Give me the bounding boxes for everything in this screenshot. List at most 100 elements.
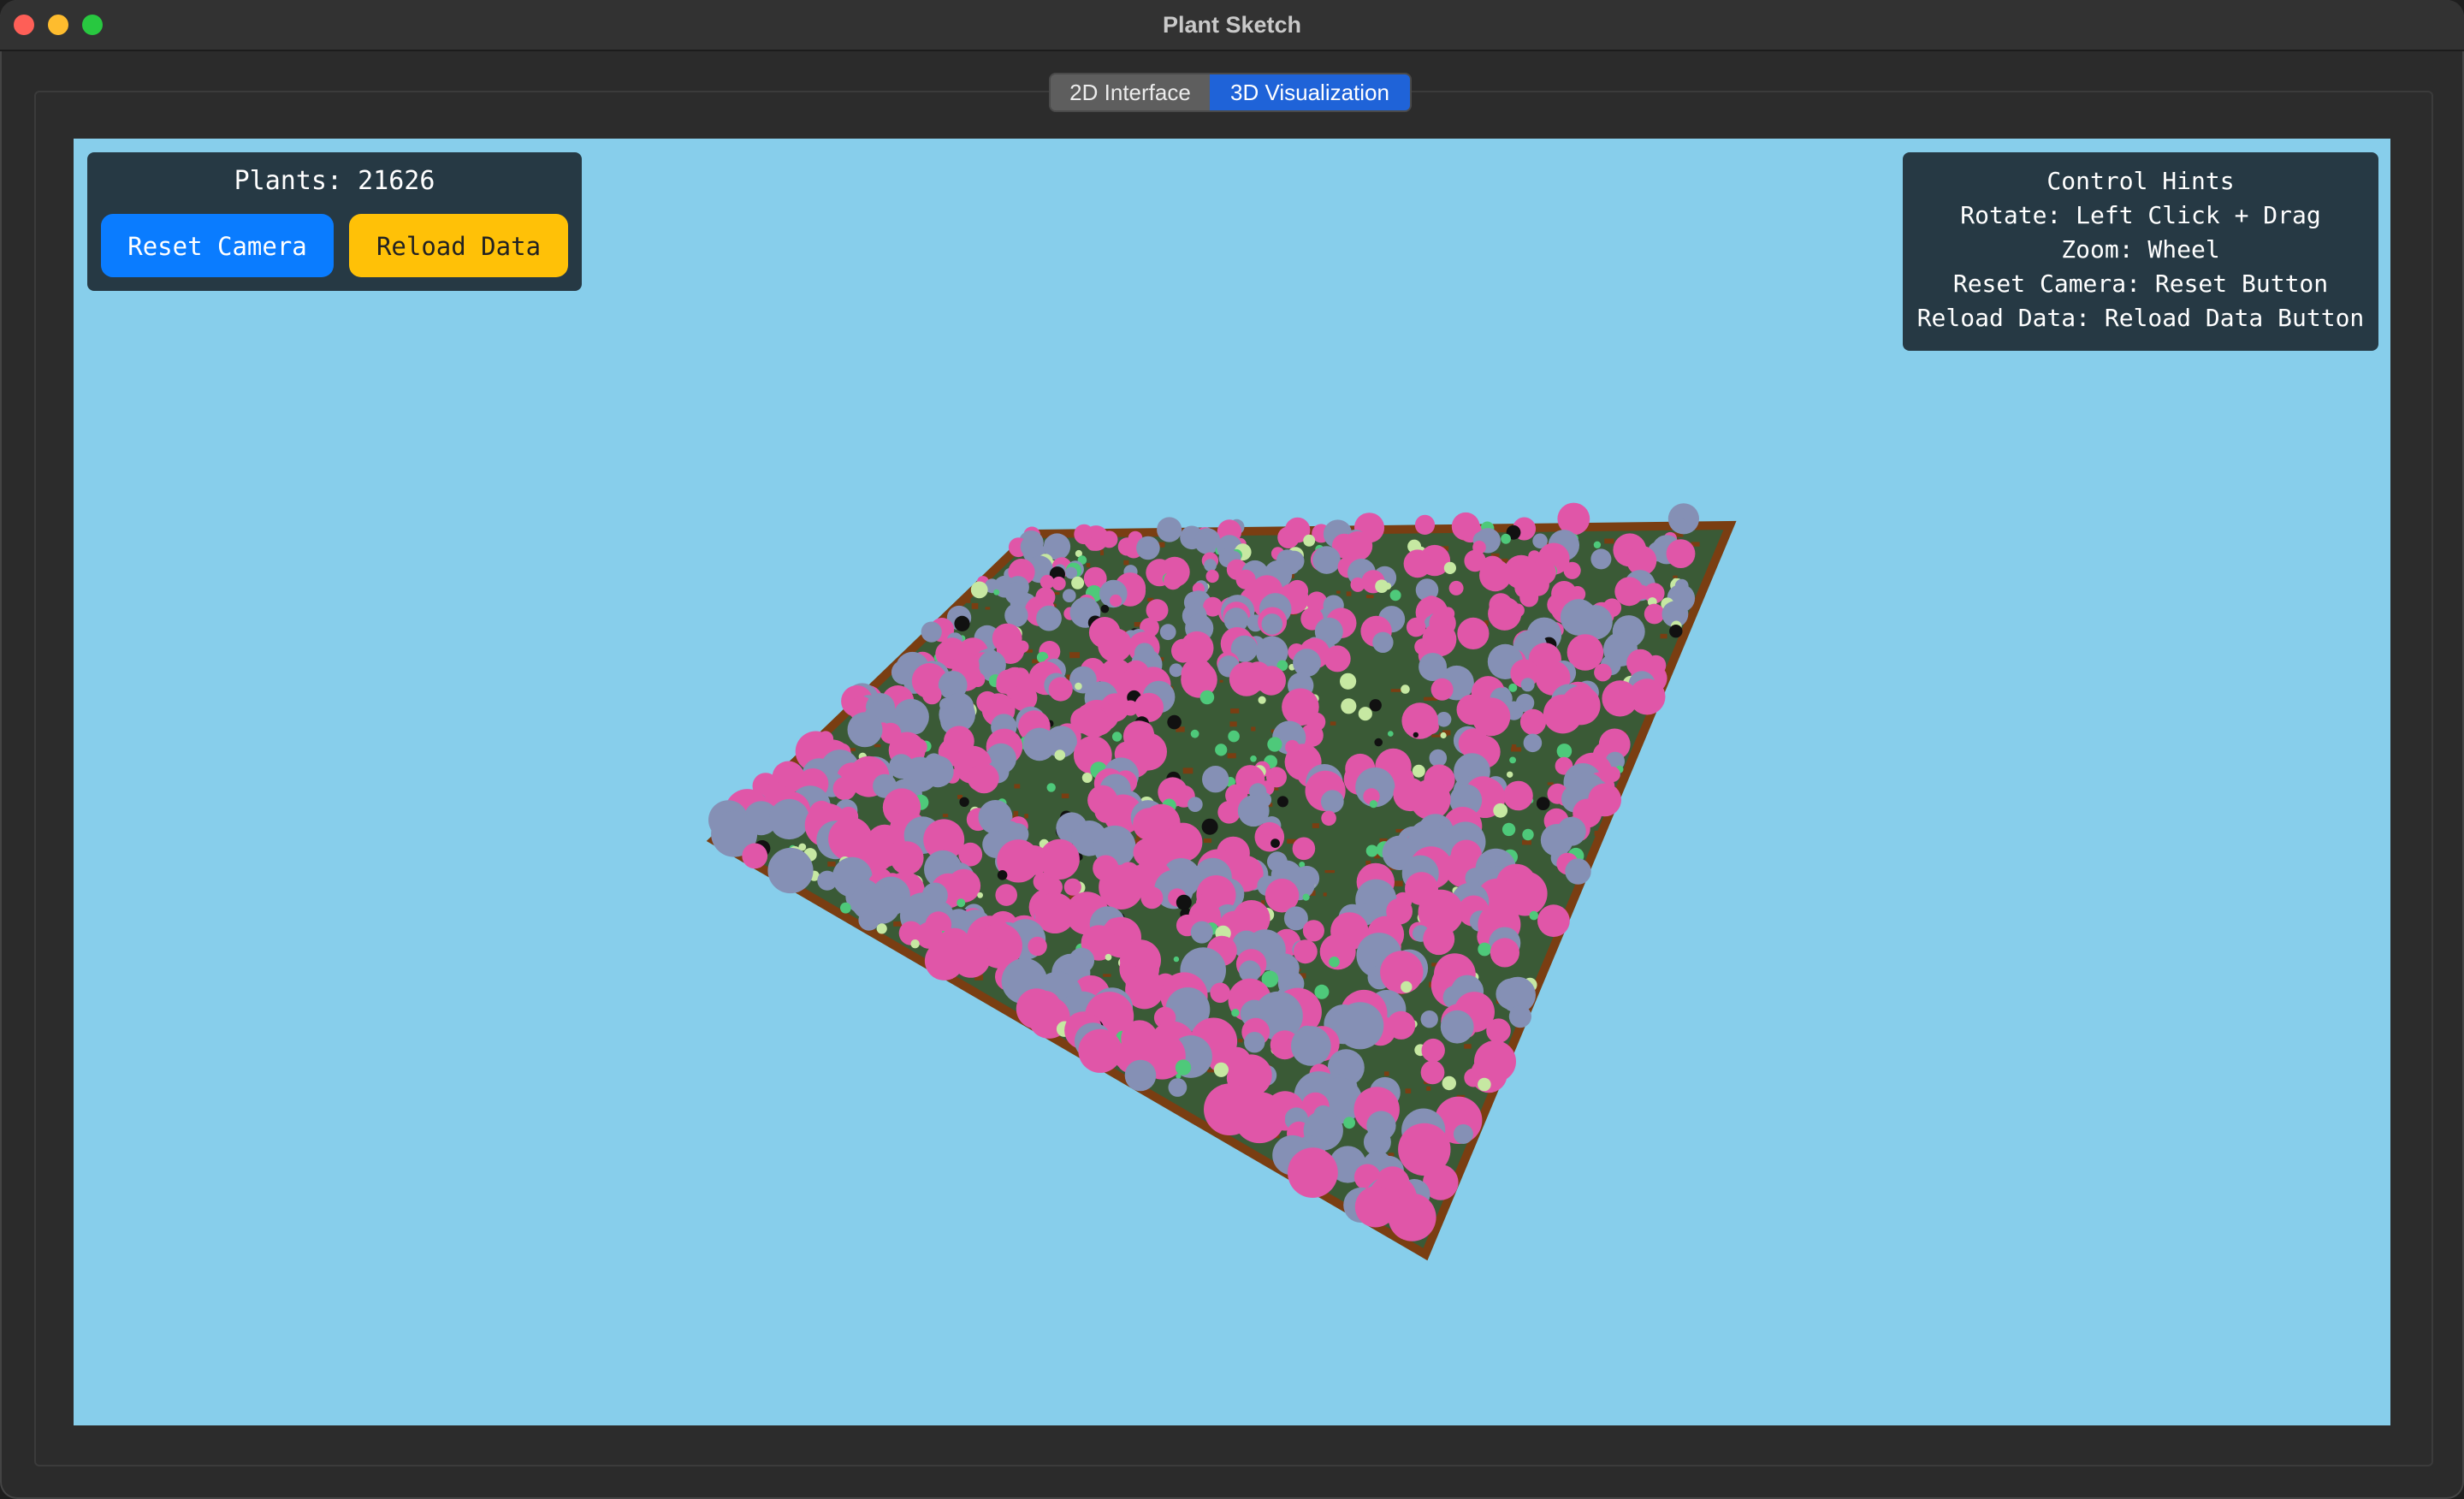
plant-canopy	[1520, 678, 1535, 692]
plant-canopy	[1406, 617, 1426, 637]
plant-canopy	[1529, 910, 1539, 921]
plant-canopy	[1051, 576, 1066, 591]
soil-patch	[1182, 767, 1194, 774]
plant-canopy	[1234, 1092, 1286, 1144]
plant-canopy	[1256, 666, 1287, 696]
plant-canopy	[1303, 534, 1316, 547]
plant-canopy	[1190, 921, 1213, 944]
soil-patch	[1604, 538, 1614, 544]
tab-3d-visualization[interactable]: 3D Visualization	[1210, 74, 1410, 110]
plant-canopy	[1204, 559, 1217, 572]
plant-canopy	[1343, 1117, 1355, 1129]
plant-canopy	[1501, 533, 1511, 544]
soil-patch	[971, 602, 979, 609]
soil-patch	[1203, 838, 1212, 844]
soil-patch	[1547, 782, 1554, 785]
plant-canopy	[995, 884, 1017, 906]
plant-canopy	[1168, 1078, 1188, 1097]
plant-canopy	[1358, 707, 1372, 721]
plants-count: Plants: 21626	[234, 166, 435, 196]
plant-canopy	[1046, 783, 1056, 792]
window-title: Plant Sketch	[1162, 12, 1302, 38]
plant-canopy	[1188, 797, 1203, 812]
plant-canopy	[1110, 594, 1122, 607]
plant-canopy	[1190, 729, 1199, 738]
plant-canopy	[1365, 844, 1378, 857]
plant-canopy	[1292, 837, 1316, 861]
3d-viewport[interactable]: Plants: 21626 Reset Camera Reload Data C…	[74, 139, 2390, 1425]
plant-canopy	[1270, 838, 1280, 848]
plant-canopy	[1509, 756, 1516, 764]
plant-canopy	[1369, 699, 1382, 712]
plant-canopy	[1079, 708, 1110, 738]
soil-patch	[967, 599, 971, 603]
plant-canopy	[1522, 828, 1534, 841]
soil-patch	[985, 607, 991, 610]
soil-patch	[1431, 734, 1442, 738]
soil-patch	[1424, 696, 1432, 701]
tab-2d-interface[interactable]: 2D Interface	[1051, 74, 1210, 110]
plant-canopy	[959, 797, 969, 807]
soil-patch	[874, 744, 881, 748]
plant-canopy	[1593, 541, 1602, 548]
plant-canopy	[1440, 732, 1447, 739]
soil-patch	[1394, 880, 1403, 886]
plant-canopy	[1210, 982, 1230, 1004]
soil-patch	[1086, 563, 1091, 568]
plant-canopy	[840, 902, 851, 914]
reload-data-button[interactable]: Reload Data	[349, 214, 568, 277]
soil-patch	[1123, 560, 1129, 566]
plant-canopy	[1519, 708, 1547, 736]
plant-canopy	[768, 798, 810, 840]
plant-canopy	[1215, 744, 1228, 756]
plant-canopy	[1078, 1028, 1122, 1073]
soil-patch	[988, 572, 995, 576]
plant-canopy	[1048, 677, 1073, 702]
plant-canopy	[1523, 733, 1543, 753]
plant-canopy	[1507, 771, 1513, 778]
soil-patch	[942, 814, 949, 818]
plant-canopy	[1217, 801, 1241, 824]
soil-patch	[1426, 1086, 1431, 1091]
plant-canopy	[832, 777, 856, 801]
plant-canopy	[1413, 732, 1419, 738]
plant-canopy	[910, 939, 920, 949]
soil-patch	[827, 861, 836, 867]
plant-canopy	[1277, 526, 1300, 548]
plant-canopy	[1173, 956, 1180, 963]
plant-canopy	[1508, 1005, 1531, 1028]
plant-canopy	[1159, 624, 1176, 641]
plant-canopy	[1022, 727, 1057, 761]
reset-camera-button[interactable]: Reset Camera	[101, 214, 334, 277]
plant-canopy	[1414, 514, 1436, 535]
hint-zoom: Zoom: Wheel	[2061, 235, 2220, 264]
plant-canopy	[1443, 561, 1456, 574]
plant-canopy	[921, 621, 942, 643]
soil-patch	[1324, 870, 1336, 874]
plant-canopy	[1329, 957, 1340, 968]
info-panel: Plants: 21626 Reset Camera Reload Data	[87, 152, 582, 291]
view-tabs: 2D Interface 3D Visualization	[1049, 73, 1412, 112]
plant-canopy	[1508, 683, 1518, 692]
plant-canopy	[1403, 549, 1432, 578]
plant-canopy	[1421, 1038, 1445, 1063]
plant-canopy	[1314, 984, 1330, 999]
plant-canopy	[858, 909, 880, 931]
app-window: Plant Sketch 2D Interface 3D Visualizati…	[0, 0, 2464, 1499]
soil-patch	[1405, 1088, 1412, 1094]
plant-canopy	[1261, 613, 1283, 635]
soil-patch	[1251, 726, 1256, 732]
plant-canopy	[1486, 1018, 1511, 1043]
control-hints-panel: Control Hints Rotate: Left Click + Drag …	[1903, 152, 2378, 351]
plant-canopy	[1594, 663, 1612, 682]
soil-patch	[1660, 633, 1667, 639]
plant-canopy	[968, 763, 999, 794]
plant-canopy	[1478, 1077, 1491, 1092]
plant-canopy	[1490, 938, 1519, 968]
plant-canopy	[1111, 732, 1122, 742]
plant-canopy	[1258, 696, 1266, 704]
soil-patch	[1230, 708, 1240, 714]
plant-canopy	[1276, 796, 1288, 808]
title-bar: Plant Sketch	[0, 0, 2464, 51]
plant-canopy	[1350, 577, 1365, 592]
